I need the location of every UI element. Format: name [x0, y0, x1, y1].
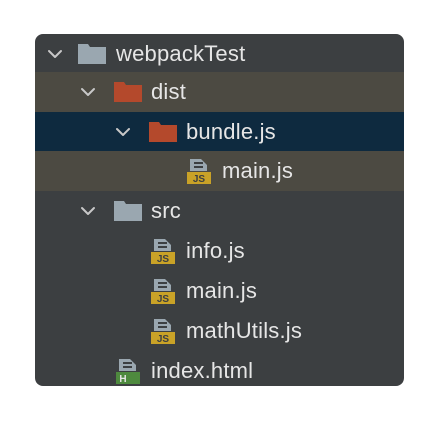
folder-icon	[78, 44, 106, 64]
project-tree-panel: webpackTest dist bundle.js JS main.js sr…	[35, 34, 404, 386]
tree-label-dist: dist	[151, 79, 187, 104]
tree-row-index-html[interactable]: H index.html	[35, 351, 404, 386]
tree-row-mathutils-js[interactable]: JS mathUtils.js	[35, 311, 404, 351]
tree-label-bundle-js: bundle.js	[186, 119, 276, 144]
tree-row-info-js[interactable]: JS info.js	[35, 231, 404, 271]
tree-label-bundle-main-js: main.js	[222, 158, 294, 183]
excluded-folder-icon	[149, 122, 177, 142]
folder-icon	[114, 201, 142, 221]
tree-row-src[interactable]: src	[35, 191, 404, 231]
excluded-folder-icon	[114, 82, 142, 102]
js-file-icon: JS	[187, 159, 211, 185]
tree-label-mathutils-js: mathUtils.js	[186, 318, 303, 343]
html-file-icon: H	[116, 359, 140, 385]
js-file-icon: JS	[151, 319, 175, 345]
js-badge-text: JS	[157, 294, 170, 305]
chevron-down-icon[interactable]	[115, 124, 131, 140]
tree-row-dist[interactable]: dist	[35, 72, 404, 112]
html-badge-text: H	[119, 374, 126, 385]
js-file-icon: JS	[151, 279, 175, 305]
tree-row-webpacktest[interactable]: webpackTest	[35, 34, 404, 74]
chevron-down-icon[interactable]	[47, 46, 63, 62]
tree-label-info-js: info.js	[186, 238, 245, 263]
js-badge-text: JS	[193, 174, 206, 185]
tree-label-webpacktest: webpackTest	[116, 41, 246, 66]
chevron-down-icon[interactable]	[80, 203, 96, 219]
tree-label-src: src	[151, 198, 181, 223]
tree-row-src-main-js[interactable]: JS main.js	[35, 271, 404, 311]
js-file-icon: JS	[151, 239, 175, 265]
tree-row-bundle-js[interactable]: bundle.js	[35, 112, 404, 152]
js-badge-text: JS	[157, 334, 170, 345]
chevron-down-icon[interactable]	[80, 84, 96, 100]
js-badge-text: JS	[157, 254, 170, 265]
tree-label-index-html: index.html	[151, 358, 254, 383]
tree-label-src-main-js: main.js	[186, 278, 258, 303]
tree-row-bundle-main-js[interactable]: JS main.js	[35, 151, 404, 191]
